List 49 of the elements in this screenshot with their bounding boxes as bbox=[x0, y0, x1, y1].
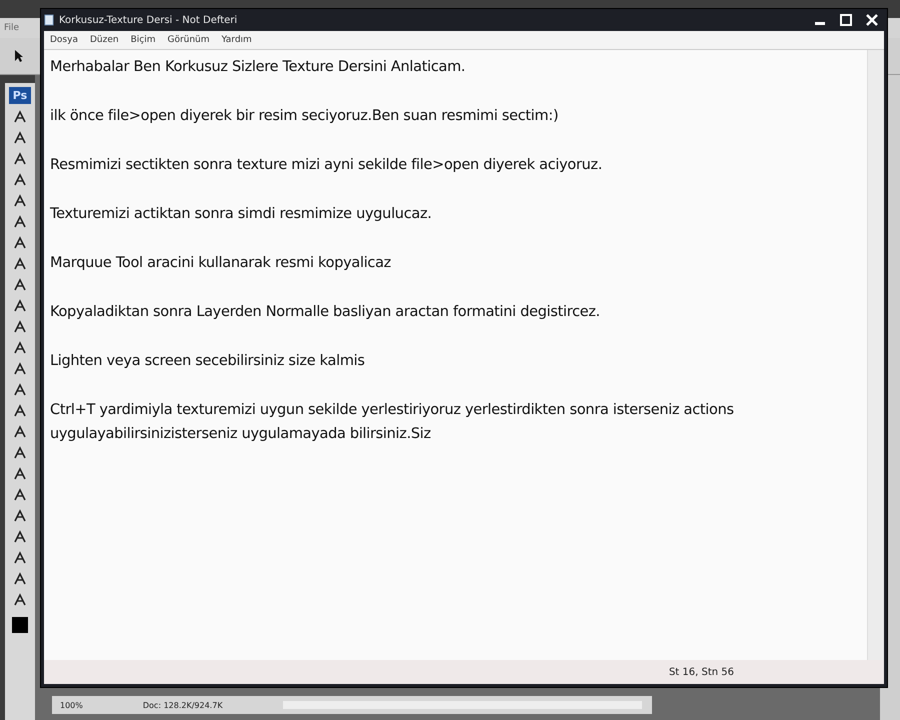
tool-icon[interactable] bbox=[12, 508, 28, 524]
window-title: Korkusuz-Texture Dersi - Not Defteri bbox=[59, 14, 238, 26]
tool-icon[interactable] bbox=[12, 277, 28, 293]
pointer-icon[interactable] bbox=[14, 49, 24, 63]
menu-item[interactable]: Dosya bbox=[50, 35, 78, 45]
scrollbar[interactable] bbox=[282, 701, 642, 709]
text-line: Resmimizi sectikten sonra texture mizi ayni sekilde file>open diyerek aciyoruz. bbox=[50, 156, 604, 175]
tool-icon[interactable] bbox=[12, 214, 28, 230]
cursor-position: St 16, Stn 56 bbox=[668, 666, 734, 678]
tool-icon[interactable] bbox=[12, 403, 28, 419]
menu-item[interactable]: Görünüm bbox=[167, 35, 210, 45]
tool-icon[interactable] bbox=[12, 592, 28, 608]
tool-icon[interactable] bbox=[12, 361, 28, 377]
tool-icon[interactable] bbox=[12, 298, 28, 314]
tool-icon[interactable] bbox=[12, 550, 28, 566]
notepad-icon bbox=[44, 14, 54, 26]
tool-icon[interactable] bbox=[12, 487, 28, 503]
color-swatch[interactable] bbox=[12, 617, 28, 633]
text-line: Kopyaladiktan sonra Layerden Normalle basliyan aractan formatini degistircez. bbox=[50, 303, 601, 322]
zoom-level: 100% bbox=[60, 700, 83, 710]
text-line: Merhabalar Ben Korkusuz Sizlere Texture Dersini Anlaticam. bbox=[50, 58, 466, 77]
tool-icon[interactable] bbox=[12, 340, 28, 356]
app-badge: Ps bbox=[8, 87, 32, 104]
menu-item[interactable]: Düzen bbox=[90, 35, 119, 45]
tool-icon[interactable] bbox=[12, 109, 28, 125]
menu-item[interactable]: Yardım bbox=[222, 35, 252, 45]
text-line: Lighten veya screen secebilirsiniz size kalmis bbox=[50, 352, 366, 371]
tool-icon[interactable] bbox=[12, 235, 28, 251]
tool-icon[interactable] bbox=[12, 319, 28, 335]
menu-item[interactable]: File bbox=[4, 23, 20, 33]
tool-icon[interactable] bbox=[12, 130, 28, 146]
menu-item[interactable]: Biçim bbox=[130, 35, 156, 45]
tool-icon[interactable] bbox=[12, 529, 28, 545]
doc-size: Doc: 128.2K/924.7K bbox=[142, 700, 223, 710]
tool-icon[interactable] bbox=[12, 382, 28, 398]
tool-icon[interactable] bbox=[12, 424, 28, 440]
text-line: ilk önce file>open diyerek bir resim seciyoruz.Ben suan resmimi sectim:) bbox=[50, 107, 560, 126]
tool-icon[interactable] bbox=[12, 193, 28, 209]
tool-icon[interactable] bbox=[12, 445, 28, 461]
tool-icon[interactable] bbox=[12, 571, 28, 587]
tool-icon[interactable] bbox=[12, 151, 28, 167]
tool-icon[interactable] bbox=[12, 172, 28, 188]
text-line: Ctrl+T yardimiyla texturemizi uygun sekilde yerlestiriyoruz yerlestirdikten sonra isterseniz actions bbox=[50, 401, 735, 420]
tool-icon[interactable] bbox=[12, 256, 28, 272]
tool-icon[interactable] bbox=[12, 466, 28, 482]
text-line: Marquue Tool aracini kullanarak resmi kopyalicaz bbox=[50, 254, 392, 273]
text-line: uygulayabilirsinizisterseniz uygulamayada bilirsiniz.Siz bbox=[50, 425, 432, 444]
scrollbar[interactable] bbox=[867, 50, 884, 660]
text-line: Texturemizi actiktan sonra simdi resmimize uygulucaz. bbox=[50, 205, 433, 224]
